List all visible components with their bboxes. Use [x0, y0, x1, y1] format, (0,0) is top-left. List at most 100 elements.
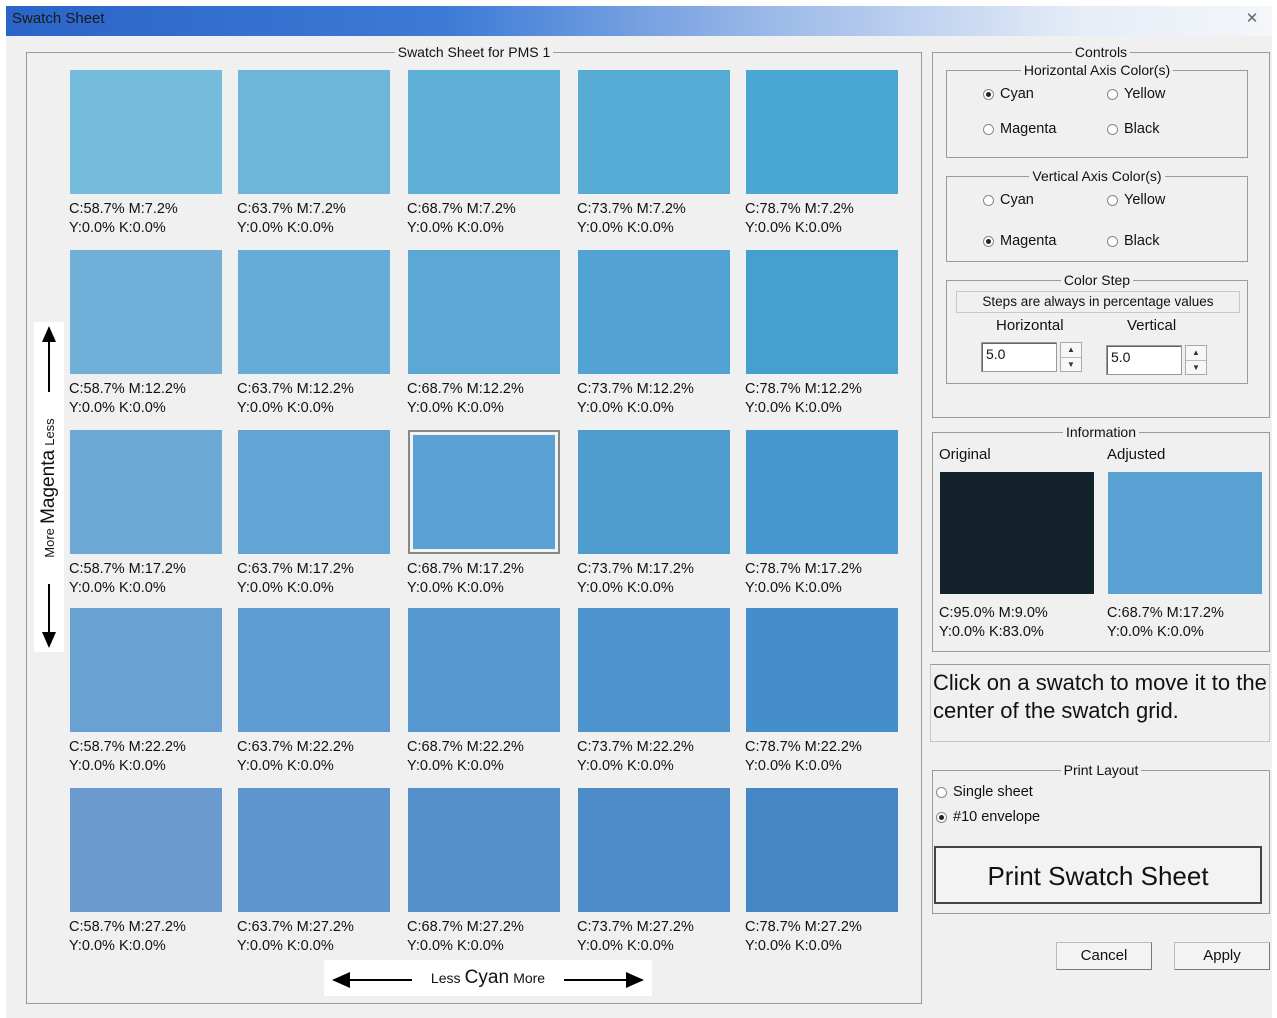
vertical-step-spinner[interactable]: ▲ ▼: [1185, 345, 1207, 375]
original-yk: Y:0.0% K:83.0%: [939, 624, 1044, 640]
swatch-tile[interactable]: [238, 250, 390, 374]
swatch-values: C:63.7% M:17.2% Y:0.0% K:0.0%: [237, 560, 354, 598]
swatch-tile[interactable]: [408, 70, 560, 194]
swatch-tile[interactable]: [746, 608, 898, 732]
swatch-cm: C:73.7% M:7.2%: [577, 201, 686, 217]
swatch-yk: Y:0.0% K:0.0%: [577, 220, 674, 236]
radio-indicator[interactable]: [1107, 235, 1118, 247]
swatch-yk: Y:0.0% K:0.0%: [407, 938, 504, 954]
swatch-sheet-title: Swatch Sheet for PMS 1: [394, 44, 554, 60]
swatch-tile[interactable]: [578, 250, 730, 374]
horizontal-axis-indicator: Less Cyan More: [324, 960, 652, 996]
swatch-tile[interactable]: [408, 608, 560, 732]
vertical-axis-more: More: [42, 528, 57, 558]
apply-button[interactable]: Apply: [1174, 942, 1270, 970]
swatch-yk: Y:0.0% K:0.0%: [745, 400, 842, 416]
vertical-axis-colors-title: Vertical Axis Color(s): [1029, 168, 1165, 184]
horizontal-step-input[interactable]: 5.0: [981, 342, 1057, 372]
swatch-tile[interactable]: [238, 788, 390, 912]
swatch-tile[interactable]: [578, 608, 730, 732]
v-radio-cyan[interactable]: Cyan: [983, 192, 1034, 208]
radio-label: Magenta: [1000, 121, 1057, 137]
horizontal-step-spinner[interactable]: ▲ ▼: [1060, 342, 1082, 372]
swatch-tile[interactable]: [238, 608, 390, 732]
vertical-step-input[interactable]: 5.0: [1106, 345, 1182, 375]
h-radio-cyan[interactable]: Cyan: [983, 86, 1034, 102]
swatch-cm: C:78.7% M:17.2%: [745, 561, 862, 577]
swatch-tile[interactable]: [70, 250, 222, 374]
spin-down-icon[interactable]: ▼: [1186, 361, 1206, 375]
swatch-yk: Y:0.0% K:0.0%: [745, 220, 842, 236]
adjusted-yk: Y:0.0% K:0.0%: [1107, 624, 1204, 640]
vertical-axis-less: Less: [42, 418, 57, 446]
spin-up-icon[interactable]: ▲: [1061, 343, 1081, 358]
spin-down-icon[interactable]: ▼: [1061, 358, 1081, 372]
h-radio-magenta[interactable]: Magenta: [983, 121, 1056, 137]
print-swatch-sheet-button[interactable]: Print Swatch Sheet: [934, 846, 1262, 904]
h-radio-black[interactable]: Black: [1107, 121, 1159, 137]
radio-indicator[interactable]: [983, 194, 994, 206]
swatch-cm: C:73.7% M:22.2%: [577, 739, 694, 755]
swatch-cm: C:58.7% M:12.2%: [69, 381, 186, 397]
radio-indicator[interactable]: [936, 811, 947, 823]
cancel-button[interactable]: Cancel: [1056, 942, 1152, 970]
swatch-cm: C:73.7% M:27.2%: [577, 919, 694, 935]
swatch-values: C:58.7% M:22.2% Y:0.0% K:0.0%: [69, 738, 186, 776]
swatch-tile[interactable]: [746, 250, 898, 374]
swatch-tile[interactable]: [746, 70, 898, 194]
swatch-tile[interactable]: [70, 608, 222, 732]
swatch-cm: C:68.7% M:7.2%: [407, 201, 516, 217]
window-title: Swatch Sheet: [12, 10, 105, 27]
swatch-tile[interactable]: [746, 788, 898, 912]
swatch-tile[interactable]: [70, 788, 222, 912]
swatch-tile[interactable]: [578, 788, 730, 912]
title-bar[interactable]: Swatch Sheet ✕: [6, 6, 1272, 36]
radio-indicator[interactable]: [1107, 123, 1118, 135]
radio-indicator[interactable]: [1107, 194, 1118, 206]
v-radio-black[interactable]: Black: [1107, 233, 1159, 249]
swatch-yk: Y:0.0% K:0.0%: [745, 758, 842, 774]
swatch-cm: C:78.7% M:27.2%: [745, 919, 862, 935]
swatch-tile[interactable]: [408, 788, 560, 912]
swatch-tile[interactable]: [70, 70, 222, 194]
h-radio-yellow[interactable]: Yellow: [1107, 86, 1165, 102]
radio-envelope[interactable]: #10 envelope: [936, 809, 1040, 825]
radio-label: Black: [1124, 121, 1160, 137]
v-radio-yellow[interactable]: Yellow: [1107, 192, 1165, 208]
swatch-tile[interactable]: [408, 250, 560, 374]
original-cm: C:95.0% M:9.0%: [939, 605, 1048, 621]
radio-indicator[interactable]: [983, 88, 994, 100]
v-radio-magenta[interactable]: Magenta: [983, 233, 1056, 249]
swatch-values: C:73.7% M:12.2% Y:0.0% K:0.0%: [577, 380, 694, 418]
color-step-note-text: Steps are always in percentage values: [982, 294, 1214, 309]
close-icon[interactable]: ✕: [1238, 8, 1266, 30]
radio-label: Cyan: [1000, 192, 1034, 208]
radio-indicator[interactable]: [936, 786, 947, 798]
adjusted-swatch: [1108, 472, 1262, 594]
original-values: C:95.0% M:9.0% Y:0.0% K:83.0%: [939, 604, 1048, 642]
horizontal-axis-less: Less: [430, 970, 461, 986]
swatch-tile[interactable]: [238, 430, 390, 554]
swatch-tile[interactable]: [70, 430, 222, 554]
radio-indicator[interactable]: [983, 123, 994, 135]
swatch-values: C:78.7% M:22.2% Y:0.0% K:0.0%: [745, 738, 862, 776]
swatch-yk: Y:0.0% K:0.0%: [69, 220, 166, 236]
swatch-tile[interactable]: [238, 70, 390, 194]
swatch-cm: C:58.7% M:17.2%: [69, 561, 186, 577]
swatch-tile[interactable]: [578, 70, 730, 194]
swatch-tile[interactable]: [746, 430, 898, 554]
swatch-yk: Y:0.0% K:0.0%: [237, 758, 334, 774]
swatch-yk: Y:0.0% K:0.0%: [407, 758, 504, 774]
swatch-tile[interactable]: [408, 430, 560, 554]
swatch-values: C:73.7% M:22.2% Y:0.0% K:0.0%: [577, 738, 694, 776]
information-title: Information: [1062, 424, 1140, 440]
radio-label: #10 envelope: [953, 809, 1041, 825]
swatch-tile[interactable]: [578, 430, 730, 554]
radio-indicator[interactable]: [983, 235, 994, 247]
radio-label: Yellow: [1124, 86, 1166, 102]
radio-indicator[interactable]: [1107, 88, 1118, 100]
swatch-yk: Y:0.0% K:0.0%: [237, 938, 334, 954]
horizontal-step-label: Horizontal: [996, 317, 1064, 334]
spin-up-icon[interactable]: ▲: [1186, 346, 1206, 361]
radio-single-sheet[interactable]: Single sheet: [936, 784, 1033, 800]
